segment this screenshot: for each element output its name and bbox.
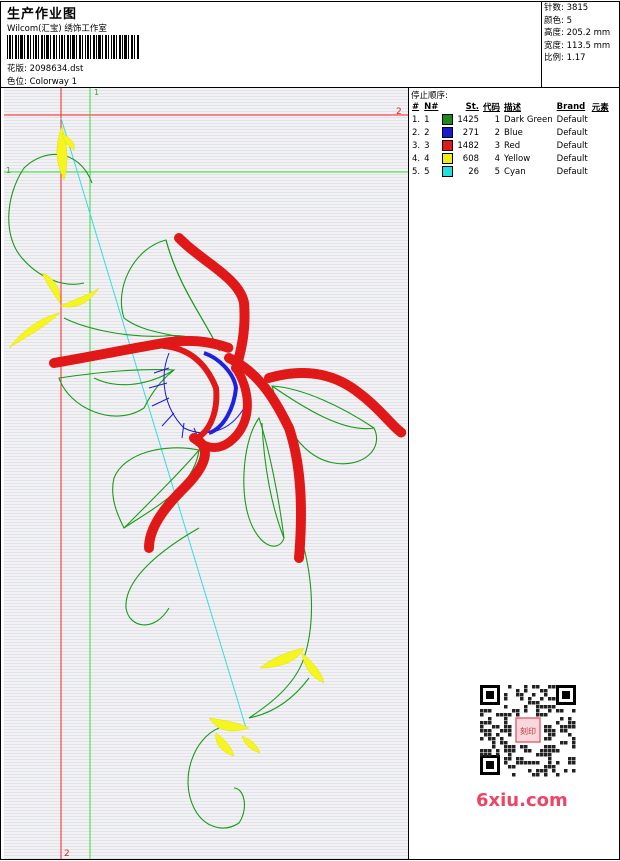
guide-label-v2: 2: [64, 849, 70, 859]
watermark-brand: 6xiu.com: [476, 790, 568, 811]
row-code: 1: [494, 114, 501, 125]
stat-height: 高度: 205.2 mm: [544, 28, 611, 38]
row-brand: Default: [556, 140, 588, 151]
col-n: N#: [424, 102, 439, 112]
row-code: 4: [494, 153, 501, 164]
row-index: 5.: [412, 166, 421, 177]
color-swatch: [442, 127, 454, 138]
color-row: 5. 5 26 5 Cyan Default: [410, 165, 611, 178]
stop-sequence-heading: 停止顺序:: [411, 91, 448, 101]
row-code: 5: [494, 166, 501, 177]
row-element: [590, 113, 611, 126]
row-brand: Default: [556, 166, 588, 177]
stat-width: 宽度: 113.5 mm: [544, 40, 611, 51]
row-n: 5: [424, 166, 430, 177]
row-swatch: [440, 139, 455, 152]
page-title: 生产作业图: [7, 7, 78, 22]
red-satin: [49, 233, 407, 563]
row-description: Cyan: [504, 166, 526, 177]
row-index: 3.: [412, 140, 421, 151]
row-brand: Default: [556, 114, 588, 125]
embroidery-drawing: 1 1 2 2: [4, 88, 408, 859]
col-code: 代码: [483, 103, 501, 113]
colorway-label: 色位:: [7, 77, 27, 87]
row-n: 4: [424, 153, 430, 164]
col-element: 元素: [591, 103, 609, 113]
colorway-line: 色位: Colorway 1: [7, 75, 77, 87]
row-n: 1: [424, 114, 430, 125]
company-name: Wilcom(汇宝) 绣饰工作室: [7, 24, 107, 34]
frame-top: [0, 1, 620, 2]
colorway-value: Colorway 1: [29, 77, 78, 87]
row-element: [590, 165, 611, 178]
color-row: 1. 1 1425 1 Dark Green Default: [410, 113, 611, 126]
row-description: Blue: [504, 127, 523, 138]
color-table-header: # N# St. 代码 描述 Brand 元素: [410, 101, 611, 113]
row-description: Yellow: [504, 153, 531, 164]
row-element: [590, 139, 611, 152]
color-swatch: [442, 153, 454, 164]
row-n: 2: [424, 127, 430, 138]
row-brand: Default: [556, 127, 588, 138]
qr-code: 刻印: [472, 680, 584, 780]
row-index: 1.: [412, 114, 421, 125]
row-stitches: 608: [462, 153, 480, 164]
row-stitches: 1425: [457, 114, 480, 125]
row-swatch: [440, 113, 455, 126]
row-swatch: [440, 165, 455, 178]
col-brand: Brand: [556, 102, 586, 112]
row-stitches: 1482: [457, 140, 480, 151]
design-file-label: 花版:: [7, 64, 27, 74]
guide-label-h1: 1: [6, 166, 11, 175]
color-row: 2. 2 271 2 Blue Default: [410, 126, 611, 139]
row-stitches: 26: [468, 166, 480, 177]
row-code: 3: [494, 140, 501, 151]
color-swatch: [442, 114, 454, 125]
guide-label-v1: 1: [94, 88, 99, 97]
stats-box: 针数: 3815 颜色: 5 高度: 205.2 mm 宽度: 113.5 mm…: [542, 2, 618, 86]
stat-colors: 颜色: 5: [544, 15, 572, 26]
color-row: 4. 4 608 4 Yellow Default: [410, 152, 611, 165]
design-file-value: 2098634.dst: [29, 64, 84, 74]
row-n: 3: [424, 140, 430, 151]
blue-details: [148, 351, 245, 441]
row-description: Red: [504, 140, 521, 151]
barcode: [7, 35, 139, 59]
design-preview: 1 1 2 2: [4, 88, 408, 859]
design-file-line: 花版: 2098634.dst: [7, 62, 83, 74]
row-element: [590, 126, 611, 139]
row-swatch: [440, 152, 455, 165]
row-stitches: 271: [462, 127, 480, 138]
color-swatch: [442, 166, 454, 177]
color-row: 3. 3 1482 3 Red Default: [410, 139, 611, 152]
frame-left: [0, 1, 1, 860]
col-index: #: [412, 102, 420, 112]
yellow-fills: [8, 125, 325, 757]
color-table: # N# St. 代码 描述 Brand 元素 1. 1 1425 1 Dark Gre…: [410, 101, 611, 178]
row-index: 4.: [412, 153, 421, 164]
row-description: Dark Green: [504, 114, 553, 125]
row-code: 2: [494, 127, 501, 138]
stat-stitches: 针数: 3815: [544, 3, 589, 13]
frame-bottom: [0, 859, 620, 860]
row-index: 2.: [412, 127, 421, 138]
col-stitches: St.: [465, 102, 480, 112]
qr-seal-text: 刻印: [520, 726, 536, 736]
stat-scale: 比例: 1.17: [544, 53, 586, 63]
jump-connector: [60, 117, 247, 729]
color-swatch: [442, 140, 454, 151]
row-swatch: [440, 126, 455, 139]
row-brand: Default: [556, 153, 588, 164]
col-description: 描述: [504, 103, 522, 113]
guide-label-h2: 2: [396, 107, 402, 117]
row-element: [590, 152, 611, 165]
